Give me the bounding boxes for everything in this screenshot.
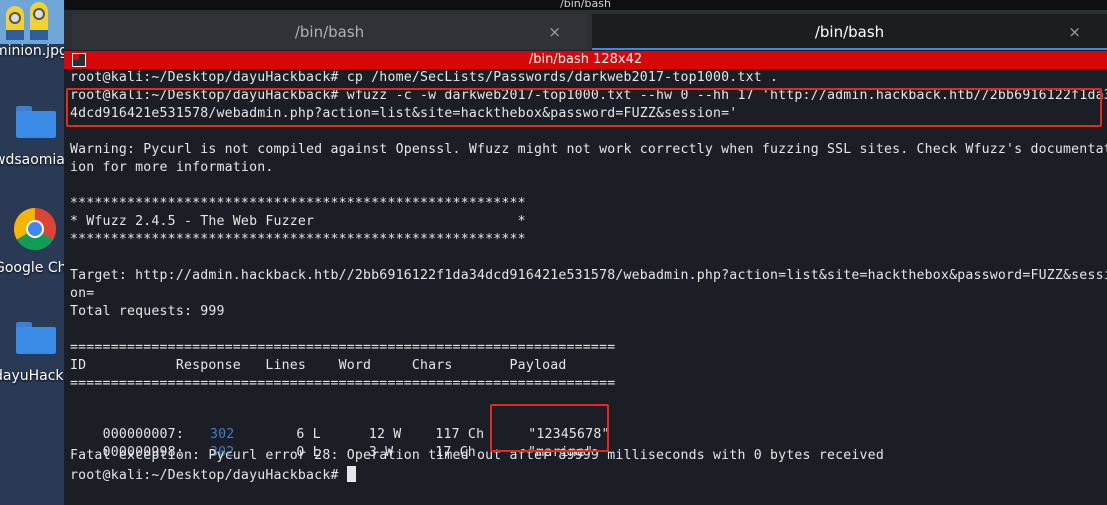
tab-label: /bin/bash <box>814 23 885 41</box>
minion-image-icon <box>0 0 64 44</box>
terminal-line: ========================================… <box>70 340 616 355</box>
chrome-icon <box>13 208 57 251</box>
payload-highlight-box <box>490 404 609 452</box>
tab-label: /bin/bash <box>294 23 365 41</box>
terminal-line: ****************************************… <box>70 232 526 247</box>
terminal-line: ========================================… <box>70 376 616 391</box>
desktop-icon-label: Google Chrome <box>0 260 64 276</box>
window-titlebar: /bin/bash <box>64 0 1107 10</box>
terminal-output[interactable]: root@kali:~/Desktop/dayuHackback# cp /ho… <box>64 69 1107 505</box>
cursor <box>346 466 356 482</box>
terminal-line: Warning: Pycurl is not compiled against … <box>70 142 1107 157</box>
results-header: ID Response Lines Word Chars Payload <box>70 358 567 373</box>
desktop-icon-label: dayuHackback <box>0 368 64 384</box>
prompt-line[interactable]: root@kali:~/Desktop/dayuHackback# <box>70 466 356 483</box>
command-highlight-box <box>66 88 1102 127</box>
tab-bash-2[interactable]: /bin/bash × <box>592 14 1107 50</box>
desktop-icon-chrome[interactable]: Google Chrome <box>0 205 64 285</box>
close-icon[interactable]: × <box>548 14 561 50</box>
terminal-line: on= <box>70 286 95 301</box>
terminal-line: Total requests: 999 <box>70 304 225 319</box>
tab-bar: /bin/bash × /bin/bash × <box>64 10 1107 50</box>
desktop-icon-minion[interactable]: minion.jpg <box>0 0 64 64</box>
tab-bash-1[interactable]: /bin/bash × <box>72 14 587 50</box>
desktop-icon-wdsaomiao[interactable]: wdsaomiao <box>0 100 64 180</box>
prompt: root@kali:~/Desktop/dayuHackback# <box>70 468 347 483</box>
split-view-icon[interactable] <box>72 53 86 67</box>
terminal-line: Target: http://admin.hackback.htb//2bb69… <box>70 268 1107 283</box>
desktop-icon-dayuhackback[interactable]: dayuHackback <box>0 318 64 398</box>
close-icon[interactable]: × <box>1068 14 1081 50</box>
desktop-sidebar: minion.jpg wdsaomiao Google Chrome dayuH… <box>0 0 64 505</box>
folder-icon <box>16 106 56 138</box>
desktop-icon-label: minion.jpg <box>0 43 64 59</box>
terminal-line: * Wfuzz 2.4.5 - The Web Fuzzer * <box>70 214 526 229</box>
terminal-line: ion for more information. <box>70 160 274 175</box>
fatal-exception-line: Fatal exception: Pycurl error 28: Operat… <box>70 448 884 463</box>
session-title-bar: /bin/bash 128x42 <box>64 51 1107 69</box>
folder-icon <box>16 322 56 354</box>
terminal-line: root@kali:~/Desktop/dayuHackback# cp /ho… <box>70 70 779 85</box>
terminal-line: ****************************************… <box>70 196 526 211</box>
session-title: /bin/bash 128x42 <box>528 52 643 67</box>
desktop-icon-label: wdsaomiao <box>0 152 64 168</box>
